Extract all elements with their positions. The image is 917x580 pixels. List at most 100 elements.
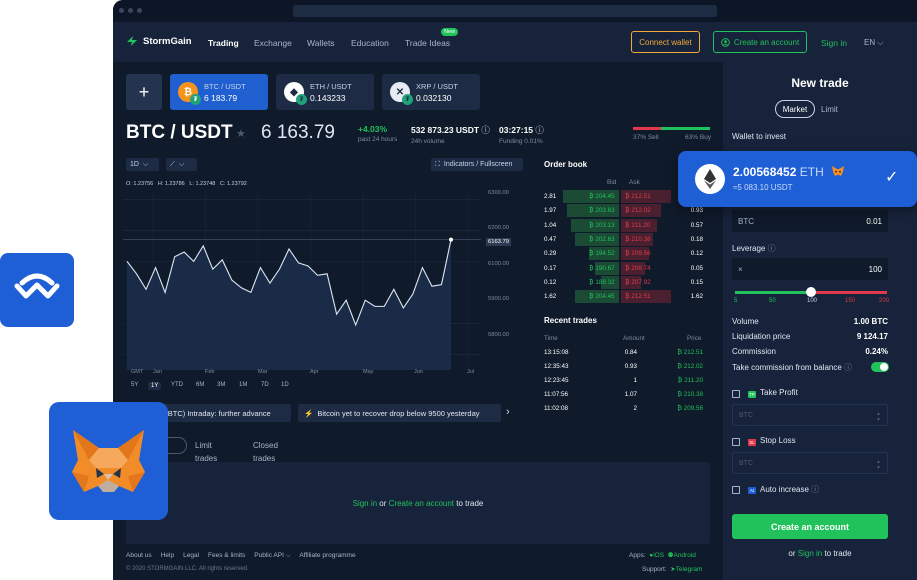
pair-tab-xrp[interactable]: ✕ ₮ XRP / USDT 0.032130 [382, 74, 480, 110]
telegram-link[interactable]: Telegram [676, 566, 703, 573]
btc-amount-field[interactable]: BTC 0.01 [732, 210, 888, 232]
recent-trades-header: Amount [623, 335, 645, 342]
ask-price: ₿ 212.02 [625, 207, 651, 215]
window-dot[interactable] [128, 8, 133, 13]
stop-loss-label: Stop Loss [760, 436, 796, 445]
sign-in-link[interactable]: Sign in [798, 549, 822, 558]
order-book-row[interactable]: 1.62 ₿ 204.45 ₿ 212.51 1.62 [537, 290, 703, 304]
interval-select[interactable]: 1D ⌵ [126, 158, 159, 171]
order-book-row[interactable]: 1.04 ₿ 203.13 ₿ 211.20 0.57 [537, 218, 703, 232]
slider-tick: 100 [807, 298, 818, 304]
slider-tick: 200 [879, 298, 890, 304]
stop-loss-input[interactable]: BTC ▲ ▼ [732, 452, 888, 474]
y-tick: 5900.00 [488, 296, 509, 302]
timeframe-5y[interactable]: 5Y [131, 382, 138, 388]
tab-limit[interactable]: Limit [821, 105, 838, 114]
trade-price: ₿ 211.20 [677, 377, 703, 384]
order-book-row[interactable]: 0.29 ₿ 194.52 ₿ 209.56 0.12 [537, 247, 703, 261]
order-book-row[interactable]: 0.12 ₿ 188.32 ₿ 207.92 0.15 [537, 275, 703, 289]
address-bar[interactable] [293, 5, 717, 17]
volume-label: 24h volume [411, 138, 445, 145]
ticker-next-arrow[interactable]: › [506, 406, 510, 418]
language-select[interactable]: EN ⌵ [864, 38, 883, 48]
footer-link[interactable]: Public API ⌵ [254, 552, 290, 559]
timeframe-ytd[interactable]: YTD [171, 382, 183, 388]
metamask-icon [832, 166, 845, 176]
timeframe-1y[interactable]: 1Y [148, 382, 162, 390]
take-commission-label: Take commission from balance [732, 363, 842, 372]
new-trade-panel: New trade Market Limit Wallet to invest … [723, 62, 917, 580]
footer-link[interactable]: Affiliate programme [299, 552, 355, 559]
wallet-selection-card[interactable]: 2.00568452 ETH ≈5 083.10 USDT ✓ [678, 151, 917, 207]
info-icon[interactable]: ⓘ [811, 485, 819, 494]
info-icon[interactable]: ⓘ [481, 125, 490, 135]
order-book-header: Ask [629, 179, 640, 186]
window-dot[interactable] [119, 8, 124, 13]
change-label: past 24 hours [358, 136, 398, 143]
trade-amount: 0.93 [624, 363, 637, 370]
x-tick: Jan [153, 369, 162, 375]
android-link[interactable]: Android [673, 552, 695, 559]
sign-in-link[interactable]: Sign in [353, 499, 377, 508]
connect-wallet-button[interactable]: Connect wallet [631, 31, 700, 53]
walletconnect-icon [14, 273, 60, 299]
data-point [449, 237, 453, 242]
footer-link[interactable]: Help [161, 552, 174, 559]
timeframe-1m[interactable]: 1M [239, 382, 247, 388]
timeframe-7d[interactable]: 7D [261, 382, 269, 388]
pair-price: 0.143233 [310, 92, 346, 103]
footer-link[interactable]: Fees & limits [208, 552, 245, 559]
footer-link[interactable]: Legal [183, 552, 199, 559]
take-profit-input[interactable]: BTC ▲ ▼ [732, 404, 888, 426]
tab-market[interactable]: Market [775, 100, 815, 118]
create-account-link[interactable]: Create an account [389, 499, 454, 508]
brand-logo[interactable]: StormGain [126, 35, 192, 47]
pair-tab-btc[interactable]: ₿ ₮ BTC / USDT 6 183.79 [170, 74, 268, 110]
stop-loss-checkbox[interactable] [732, 438, 740, 446]
trade-amount: 2 [633, 405, 637, 412]
nav-trade-ideas[interactable]: Trade Ideas [405, 38, 450, 48]
pair-tab-eth[interactable]: ◆ ₮ ETH / USDT 0.143233 [276, 74, 374, 110]
order-book-row[interactable]: 1.97 ₿ 203.63 ₿ 212.02 0.93 [537, 204, 703, 218]
apps-label: Apps: [629, 552, 646, 559]
order-book-row[interactable]: 0.17 ₿ 190.67 ₿ 208.74 0.05 [537, 261, 703, 275]
news-ticker-item[interactable]: ⚡ Bitcoin yet to recover drop below 9500 … [298, 404, 501, 422]
add-pair-button[interactable]: + [126, 74, 162, 110]
take-profit-checkbox[interactable] [732, 390, 740, 398]
info-icon[interactable]: ⓘ [535, 125, 544, 135]
or-text: or [788, 549, 798, 558]
user-icon [720, 37, 730, 47]
timeframe-1d[interactable]: 1D [281, 382, 289, 388]
funding-stat: 03:27:15 ⓘ Funding 0.01% [499, 124, 544, 145]
star-icon[interactable]: ★ [236, 127, 246, 140]
news-ticker-item[interactable]: n (BTC) Intraday: further advance [153, 404, 291, 422]
info-icon[interactable]: ⓘ [844, 363, 852, 372]
auto-increase-checkbox[interactable] [732, 486, 740, 494]
timeframe-3m[interactable]: 3M [217, 382, 225, 388]
order-book-header: Bid [607, 179, 617, 186]
window-dot[interactable] [137, 8, 142, 13]
panel-title: New trade [791, 76, 849, 90]
recent-trades-header: Time [544, 335, 558, 342]
nav-education[interactable]: Education [351, 38, 389, 48]
nav-wallets[interactable]: Wallets [307, 38, 335, 48]
order-book-row[interactable]: 0.47 ₿ 202.63 ₿ 210.38 0.18 [537, 232, 703, 246]
slider-handle[interactable] [806, 287, 816, 297]
timeframe-6m[interactable]: 6M [196, 382, 204, 388]
take-commission-toggle[interactable] [871, 362, 889, 372]
footer-link[interactable]: About us [126, 552, 152, 559]
nav-trading[interactable]: Trading [208, 38, 239, 48]
nav-exchange[interactable]: Exchange [254, 38, 292, 48]
sign-in-link[interactable]: Sign in [821, 38, 847, 48]
price-chart[interactable] [123, 190, 483, 370]
info-icon[interactable]: ⓘ [768, 244, 776, 253]
leverage-field[interactable]: × 100 [732, 258, 888, 280]
ios-link[interactable]: iOS [653, 552, 664, 559]
btc-field-value: 0.01 [866, 217, 882, 226]
chart-type-select[interactable]: ⟋ ⌵ [166, 158, 197, 171]
metamask-app-tile[interactable] [49, 402, 168, 520]
create-account-button[interactable]: Create an account [713, 31, 807, 53]
wallet-app-tile[interactable] [0, 253, 74, 327]
create-account-button[interactable]: Create an account [732, 514, 888, 539]
indicators-button[interactable]: ⛶ Indicators / Fullscreen [431, 158, 523, 171]
